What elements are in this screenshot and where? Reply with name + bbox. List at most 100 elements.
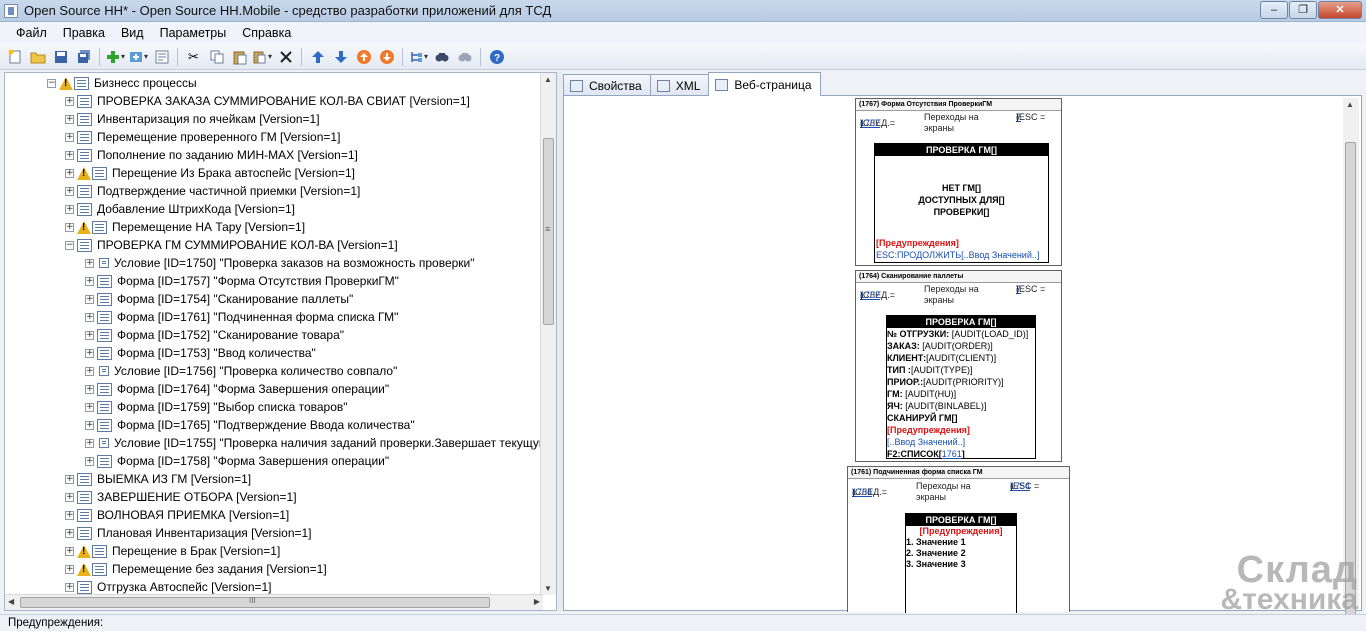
tree-child-form[interactable]: + Форма [ID=1758] "Форма Завершения опера… — [85, 452, 389, 470]
expand-icon[interactable]: + — [65, 168, 74, 178]
scroll-thumb[interactable]: III — [20, 596, 490, 608]
open-icon[interactable] — [28, 47, 48, 67]
next-link[interactable]: 1754 — [852, 487, 872, 497]
expand-icon[interactable]: + — [65, 186, 74, 196]
tree-item[interactable]: + ПРОВЕРКА ЗАКАЗА СУММИРОВАНИЕ КОЛ-ВА СВИ… — [65, 92, 470, 110]
expand-icon[interactable]: + — [65, 582, 74, 592]
tree-item[interactable]: + Подтверждение частичной приемки [Versio… — [65, 182, 360, 200]
expand-icon[interactable]: + — [65, 150, 74, 160]
expand-icon[interactable]: + — [85, 348, 94, 358]
help-icon[interactable]: ? — [487, 47, 507, 67]
menu-file[interactable]: Файл — [8, 26, 55, 40]
tree-item[interactable]: + Пополнение по заданию МИН-МАХ [Version=… — [65, 146, 358, 164]
circle-down-icon[interactable] — [377, 47, 397, 67]
next-link[interactable]: 1752 — [860, 290, 880, 300]
maximize-button[interactable]: ❐ — [1289, 1, 1317, 19]
expand-icon[interactable]: + — [85, 330, 94, 340]
delete-icon[interactable] — [276, 47, 296, 67]
tree-child-form[interactable]: + Форма [ID=1765] "Подтверждение Ввода ко… — [85, 416, 415, 434]
tree-child-condition[interactable]: + Условие [ID=1756] "Проверка количество … — [85, 362, 397, 380]
expand-icon[interactable]: + — [65, 492, 74, 502]
add-icon[interactable] — [106, 47, 126, 67]
tree-item[interactable]: + Перещение Из Брака автоспейс [Version=1… — [65, 164, 355, 182]
paste-special-icon[interactable] — [253, 47, 273, 67]
expand-icon[interactable]: + — [85, 456, 94, 466]
esc-link[interactable]: 1754 — [1010, 481, 1030, 492]
expand-icon[interactable]: + — [85, 420, 94, 430]
expand-icon[interactable]: + — [65, 564, 74, 574]
save-icon[interactable] — [51, 47, 71, 67]
expand-icon[interactable]: + — [85, 438, 94, 448]
menu-edit[interactable]: Правка — [55, 26, 113, 40]
tree-item[interactable]: + Перемещение без задания [Version=1] — [65, 560, 327, 578]
web-page-scrollbar[interactable]: ▲ — [1343, 98, 1359, 622]
tree-item[interactable]: + Добавление ШтрихКода [Version=1] — [65, 200, 295, 218]
close-button[interactable]: ✕ — [1318, 1, 1362, 19]
expand-icon[interactable]: + — [65, 204, 74, 214]
tree-child-form[interactable]: + Форма [ID=1761] "Подчиненная форма спис… — [85, 308, 398, 326]
menu-help[interactable]: Справка — [234, 26, 299, 40]
menu-settings[interactable]: Параметры — [152, 26, 235, 40]
expand-icon[interactable]: + — [85, 294, 94, 304]
collapse-icon[interactable]: − — [65, 240, 74, 250]
expand-icon[interactable]: + — [85, 366, 94, 376]
tree-child-condition[interactable]: + Условие [ID=1755] "Проверка наличия зад… — [85, 434, 543, 452]
add-child-icon[interactable] — [129, 47, 149, 67]
cut-icon[interactable]: ✂ — [184, 47, 204, 67]
expand-icon[interactable]: + — [65, 132, 74, 142]
tree-item[interactable]: + ВОЛНОВАЯ ПРИЕМКА [Version=1] — [65, 506, 289, 524]
properties-icon[interactable] — [152, 47, 172, 67]
menu-view[interactable]: Вид — [113, 26, 152, 40]
expand-icon[interactable]: + — [65, 510, 74, 520]
tab-web-page[interactable]: Веб-страница — [708, 72, 821, 96]
paste-icon[interactable] — [230, 47, 250, 67]
expand-icon[interactable]: + — [85, 402, 94, 412]
scroll-down-icon[interactable]: ▼ — [544, 584, 552, 593]
tree-item[interactable]: + Отгрузка Автоспейс [Version=1] — [65, 578, 272, 595]
tree-item[interactable]: + Перещение в Брак [Version=1] — [65, 542, 280, 560]
find-icon[interactable] — [432, 47, 452, 67]
circle-up-icon[interactable] — [354, 47, 374, 67]
expand-icon[interactable]: + — [65, 546, 74, 556]
expand-icon[interactable]: + — [65, 528, 74, 538]
expand-icon[interactable]: + — [65, 114, 74, 124]
next-link[interactable]: 1757 — [860, 118, 880, 128]
scroll-up-icon[interactable]: ▲ — [544, 75, 552, 84]
tree-child-form[interactable]: + Форма [ID=1757] "Форма Отсутствия Прове… — [85, 272, 399, 290]
tree-item[interactable]: + Плановая Инвентаризация [Version=1] — [65, 524, 312, 542]
tree-child-form[interactable]: + Форма [ID=1759] "Выбор списка товаров" — [85, 398, 348, 416]
copy-icon[interactable] — [207, 47, 227, 67]
tree-item-expanded[interactable]: − ПРОВЕРКА ГМ СУММИРОВАНИЕ КОЛ-ВА [Versio… — [65, 236, 398, 254]
tree-child-form[interactable]: + Форма [ID=1753] "Ввод количества" — [85, 344, 316, 362]
scroll-thumb[interactable]: ≡ — [543, 138, 554, 325]
save-all-icon[interactable] — [74, 47, 94, 67]
tree-item[interactable]: + Перемещение проверенного ГМ [Version=1] — [65, 128, 340, 146]
f2-link[interactable]: 1761 — [942, 449, 962, 459]
tree-horizontal-scrollbar[interactable]: ◀ III ▶ — [5, 594, 543, 610]
tab-properties[interactable]: Свойства — [563, 74, 651, 96]
scroll-left-icon[interactable]: ◀ — [8, 597, 14, 606]
tree-vertical-scrollbar[interactable]: ▲ ≡ ▼ — [540, 73, 556, 595]
expand-icon[interactable]: + — [65, 474, 74, 484]
tree-child-form[interactable]: + Форма [ID=1752] "Сканирование товара" — [85, 326, 344, 344]
tree-item[interactable]: + ЗАВЕРШЕНИЕ ОТБОРА [Version=1] — [65, 488, 297, 506]
tree-root-row[interactable]: − Бизнесс процессы — [47, 74, 197, 92]
scroll-up-icon[interactable]: ▲ — [1346, 100, 1354, 109]
scroll-right-icon[interactable]: ▶ — [534, 597, 540, 606]
expand-icon[interactable]: + — [85, 276, 94, 286]
expand-icon[interactable]: + — [85, 384, 94, 394]
tree-child-form[interactable]: + Форма [ID=1754] "Сканирование паллеты" — [85, 290, 353, 308]
expand-icon[interactable]: + — [65, 96, 74, 106]
find-next-icon[interactable] — [455, 47, 475, 67]
tree-view-icon[interactable] — [409, 47, 429, 67]
tree-child-condition[interactable]: + Условие [ID=1750] "Проверка заказов на … — [85, 254, 475, 272]
minimize-button[interactable]: – — [1260, 1, 1288, 19]
expand-icon[interactable]: + — [65, 222, 74, 232]
tree-item[interactable]: + ВЫЕМКА ИЗ ГМ [Version=1] — [65, 470, 251, 488]
tab-xml[interactable]: XML — [649, 74, 710, 96]
new-icon[interactable] — [5, 47, 25, 67]
move-down-icon[interactable] — [331, 47, 351, 67]
tree-child-form[interactable]: + Форма [ID=1764] "Форма Завершения опера… — [85, 380, 389, 398]
collapse-icon[interactable]: − — [47, 78, 56, 88]
tree-item[interactable]: + Перемещение НА Тару [Version=1] — [65, 218, 305, 236]
